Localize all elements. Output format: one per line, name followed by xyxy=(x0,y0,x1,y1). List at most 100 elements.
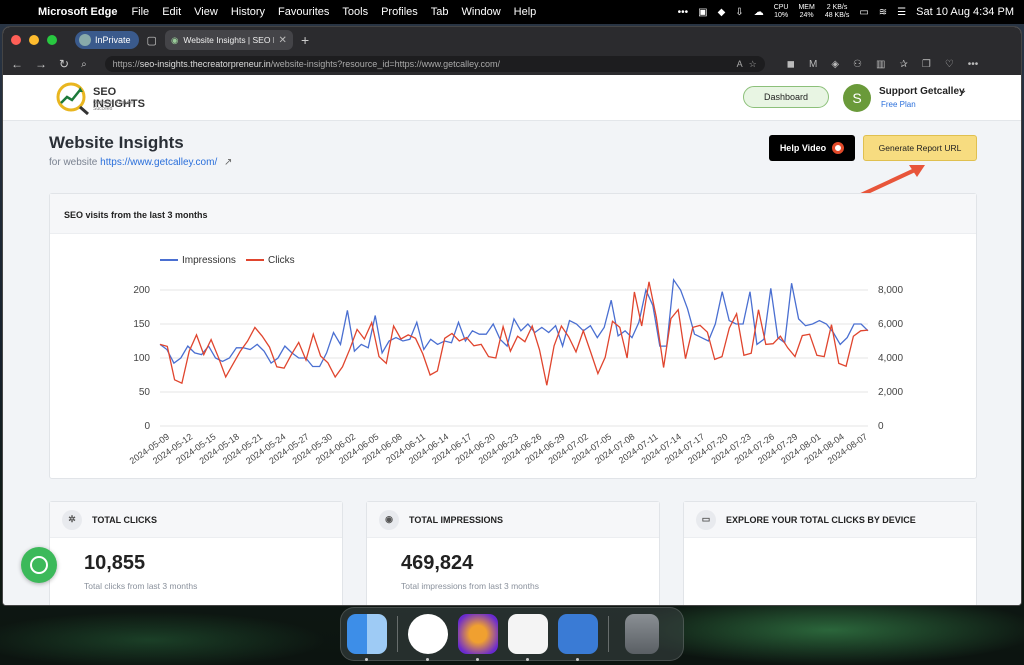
help-video-button[interactable]: Help Video xyxy=(769,135,855,161)
profile-avatar-icon xyxy=(79,34,91,46)
control-center-icon[interactable]: ☰ xyxy=(897,7,906,18)
clicks-by-device-heading: EXPLORE YOUR TOTAL CLICKS BY DEVICE xyxy=(726,514,916,525)
total-impressions-value: 469,824 xyxy=(401,552,474,574)
edge-icon[interactable] xyxy=(408,614,448,661)
favorite-star-icon[interactable]: ☆ xyxy=(749,59,757,70)
finder-icon[interactable] xyxy=(347,614,387,661)
favorites-icon[interactable]: ✰ xyxy=(899,59,907,70)
generate-report-url-button[interactable]: Generate Report URL xyxy=(863,135,977,161)
eye-icon: ◉ xyxy=(379,509,399,530)
url-input[interactable]: https://seo-insights.thecreatorpreneur.i… xyxy=(104,56,765,72)
logo-tagline: Optimize. Analyze. Succeed xyxy=(93,100,135,112)
close-tab-icon[interactable]: ✕ xyxy=(279,35,287,46)
y-left-tick-label: 50 xyxy=(139,387,151,398)
firefox-icon[interactable] xyxy=(458,614,498,661)
forward-icon[interactable]: → xyxy=(35,57,47,71)
tab-actions-icon[interactable]: ▢ xyxy=(147,34,157,47)
user-name[interactable]: Support Getcalley xyxy=(879,86,965,97)
total-clicks-caption: Total clicks from last 3 months xyxy=(84,581,198,591)
trash-icon[interactable] xyxy=(625,614,659,654)
minimize-window-button[interactable] xyxy=(29,35,39,45)
network-stat[interactable]: 2 KB/s 48 KB/s xyxy=(825,4,850,20)
menu-file[interactable]: File xyxy=(131,6,149,18)
tab-website-insights[interactable]: ◉ Website Insights | SEO Insight ✕ xyxy=(164,30,293,50)
refresh-icon[interactable]: ↻ xyxy=(59,57,69,71)
whatsapp-chat-button[interactable] xyxy=(21,547,57,583)
cloud-icon[interactable]: ☁ xyxy=(754,7,764,18)
calendar-icon[interactable]: ▣ xyxy=(698,7,707,18)
extensions-icon[interactable]: ⚇ xyxy=(853,59,862,70)
menu-tools[interactable]: Tools xyxy=(342,6,368,18)
whatsapp-icon xyxy=(30,556,48,574)
dock-separator xyxy=(397,616,398,652)
magnifier-chart-icon xyxy=(56,82,89,116)
mem-stat[interactable]: MEM 24% xyxy=(798,4,814,20)
favicon-icon: ◉ xyxy=(170,34,179,45)
zoom-window-button[interactable] xyxy=(47,35,57,45)
dropbox-icon[interactable]: ◆ xyxy=(718,7,726,18)
browser-menu-icon[interactable]: ••• xyxy=(968,59,979,70)
chevron-down-icon[interactable]: ⌄ xyxy=(959,85,967,96)
freeform-icon[interactable] xyxy=(508,614,548,661)
menubar-datetime[interactable]: Sat 10 Aug 4:34 PM xyxy=(916,6,1014,18)
url-path: /website-insights?resource_id=https://ww… xyxy=(270,59,500,69)
user-plan: Free Plan xyxy=(881,100,916,109)
seo-insights-logo[interactable]: SEO INSIGHTS Optimize. Analyze. Succeed xyxy=(55,81,155,116)
inprivate-badge[interactable]: InPrivate xyxy=(75,31,139,49)
heart-icon[interactable]: ♡ xyxy=(945,59,954,70)
tab-title: Website Insights | SEO Insight xyxy=(183,35,273,45)
search-icon[interactable]: ⌕ xyxy=(81,59,87,70)
menu-profiles[interactable]: Profiles xyxy=(381,6,418,18)
menu-favourites[interactable]: Favourites xyxy=(278,6,329,18)
lifebuoy-icon xyxy=(832,142,845,154)
more-icon[interactable]: ••• xyxy=(678,7,689,18)
collections-icon[interactable]: ❐ xyxy=(922,59,931,70)
website-link[interactable]: https://www.getcalley.com/ xyxy=(100,157,217,168)
address-bar-row: ← → ↻ ⌕ https://seo-insights.thecreatorp… xyxy=(3,53,1021,75)
inprivate-label: InPrivate xyxy=(95,35,131,45)
split-screen-icon[interactable]: ▥ xyxy=(876,59,885,70)
cpu-value: 10% xyxy=(774,12,789,19)
dashboard-button[interactable]: Dashboard xyxy=(743,86,829,108)
wifi-icon[interactable]: ≋ xyxy=(879,7,887,18)
menu-history[interactable]: History xyxy=(231,6,265,18)
menu-window[interactable]: Window xyxy=(462,6,501,18)
menu-edit[interactable]: Edit xyxy=(162,6,181,18)
new-tab-icon[interactable]: + xyxy=(301,32,309,48)
cpu-stat[interactable]: CPU 10% xyxy=(774,4,789,20)
running-indicator xyxy=(526,658,529,661)
help-video-label: Help Video xyxy=(779,143,827,153)
total-clicks-heading: TOTAL CLICKS xyxy=(92,514,157,525)
download-icon[interactable]: ⇩ xyxy=(735,7,743,18)
menu-view[interactable]: View xyxy=(194,6,218,18)
total-impressions-card: ◉ TOTAL IMPRESSIONS 469,824 Total impress… xyxy=(366,501,660,605)
page-subtitle: for website https://www.getcalley.com/ ↗ xyxy=(49,157,232,168)
cpu-label: CPU xyxy=(773,4,789,11)
site-header: SEO INSIGHTS Optimize. Analyze. Succeed … xyxy=(3,75,1021,121)
series-line-clicks xyxy=(159,281,869,386)
close-window-button[interactable] xyxy=(11,35,21,45)
y-left-tick-label: 200 xyxy=(133,285,150,296)
macos-menubar: Microsoft Edge File Edit View History Fa… xyxy=(0,0,1024,24)
extension-m-icon[interactable]: M xyxy=(809,59,817,70)
menu-help[interactable]: Help xyxy=(514,6,537,18)
menu-tab[interactable]: Tab xyxy=(431,6,449,18)
back-icon[interactable]: ← xyxy=(11,57,23,71)
dock-separator xyxy=(608,616,609,652)
clicks-by-device-card: ▭ EXPLORE YOUR TOTAL CLICKS BY DEVICE xyxy=(683,501,977,605)
mem-value: 24% xyxy=(799,12,814,19)
menubar-app-name[interactable]: Microsoft Edge xyxy=(38,6,117,18)
user-avatar[interactable]: S xyxy=(843,84,871,112)
read-aloud-icon[interactable]: A xyxy=(737,59,743,69)
y-right-tick-label: 4,000 xyxy=(878,353,903,364)
snagit-icon[interactable] xyxy=(558,614,598,661)
legend-label-clicks: Clicks xyxy=(268,255,295,266)
chart-heading: SEO visits from the last 3 months xyxy=(50,194,976,234)
total-clicks-value: 10,855 xyxy=(84,552,146,574)
y-left-tick-label: 150 xyxy=(133,319,150,330)
extension-puzzle-icon[interactable]: ◈ xyxy=(831,59,839,70)
y-right-tick-label: 8,000 xyxy=(878,285,903,296)
external-link-icon[interactable]: ↗ xyxy=(224,157,232,168)
extension-shield-icon[interactable]: ◼ xyxy=(787,59,795,70)
battery-icon[interactable]: ▭ xyxy=(859,7,868,18)
